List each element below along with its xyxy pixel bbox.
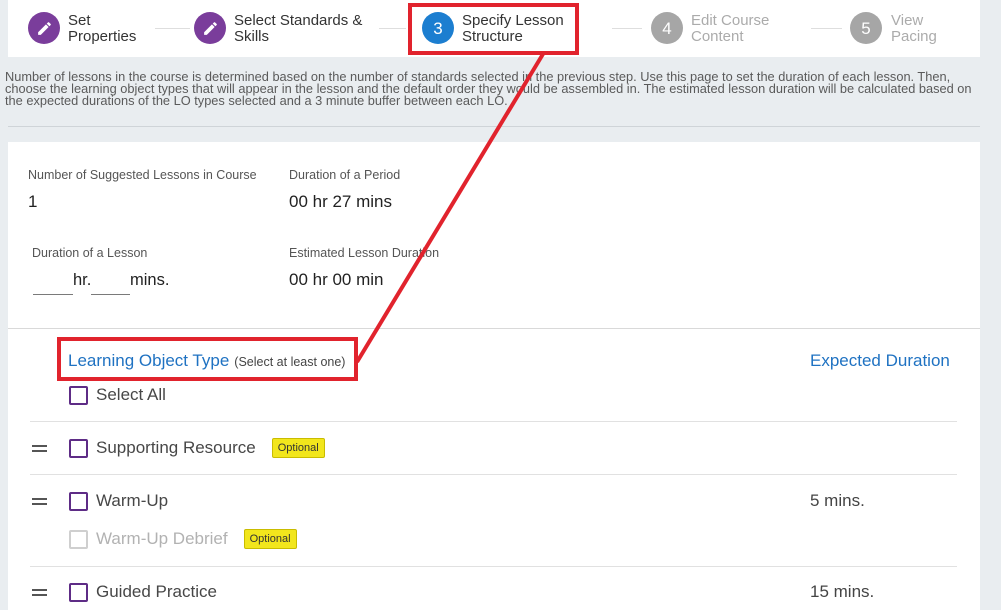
- step-label-line: Specify Lesson: [462, 12, 564, 29]
- select-all-label: Select All: [96, 385, 166, 404]
- step-label-line: Properties: [68, 28, 137, 45]
- step-number: 5: [850, 12, 882, 44]
- step-label: Edit Course Content: [691, 13, 769, 45]
- suggested-lessons-label: Number of Suggested Lessons in Course: [28, 168, 257, 182]
- lo-type-heading: Learning Object Type (Select at least one…: [68, 351, 345, 372]
- expected-duration-heading: Expected Duration: [810, 351, 950, 370]
- estimated-duration-value: 00 hr 00 min: [289, 270, 384, 289]
- lo-type-hint: (Select at least one): [234, 355, 346, 369]
- drag-handle-icon[interactable]: [32, 444, 47, 452]
- lo-type-heading-text: Learning Object Type: [68, 351, 230, 370]
- step-number: 4: [651, 12, 683, 44]
- step-label-line: Pacing: [891, 28, 937, 45]
- step-label-line: View: [891, 12, 924, 29]
- step-label-line: Skills: [234, 28, 270, 45]
- step-select-standards[interactable]: Select Standards & Skills: [194, 0, 374, 57]
- step-connector: [612, 28, 642, 29]
- drag-handle-icon[interactable]: [32, 588, 47, 596]
- step-label: Select Standards & Skills: [234, 13, 362, 45]
- lo-type-checkbox[interactable]: [69, 438, 88, 458]
- optional-badge: Optional: [271, 438, 325, 458]
- step-connector: [379, 28, 406, 29]
- row-divider: [30, 566, 957, 567]
- step-number: 3: [422, 12, 454, 44]
- wizard-stepper: Set Properties Select Standards & Skills…: [8, 0, 980, 57]
- estimated-duration-label: Estimated Lesson Duration: [289, 246, 440, 260]
- lo-type-duration: 5 mins.: [810, 491, 865, 510]
- card-divider: [8, 328, 980, 329]
- optional-badge: Optional: [243, 529, 297, 549]
- step-label: Specify Lesson Structure: [462, 13, 564, 45]
- step-edit-course-content: 4 Edit Course Content: [651, 0, 831, 57]
- lo-type-row: Guided Practice 15 mins.: [32, 580, 980, 604]
- suggested-lessons-value: 1: [28, 192, 38, 211]
- step-connector: [811, 28, 842, 29]
- step-view-pacing: 5 View Pacing: [850, 0, 970, 57]
- step-label: Set Properties: [68, 13, 136, 45]
- hours-unit-label: hr.: [73, 271, 92, 289]
- lo-type-duration: 15 mins.: [810, 582, 875, 601]
- lo-type-label: Warm-Up Debrief: [96, 529, 228, 548]
- row-divider: [30, 474, 957, 475]
- step-connector: [155, 28, 190, 29]
- lo-type-checkbox[interactable]: [69, 529, 88, 549]
- period-duration-value: 00 hr 27 mins: [289, 192, 392, 211]
- drag-handle-icon[interactable]: [32, 497, 47, 505]
- row-divider: [30, 421, 957, 422]
- lesson-minutes-input[interactable]: [91, 273, 130, 295]
- pencil-icon: [203, 21, 217, 35]
- lo-type-checkbox[interactable]: [69, 491, 88, 511]
- step-label: View Pacing: [891, 13, 937, 45]
- period-duration-label: Duration of a Period: [289, 168, 401, 182]
- lesson-structure-card: Number of Suggested Lessons in Course 1 …: [8, 142, 980, 610]
- step-specify-lesson-structure[interactable]: 3 Specify Lesson Structure: [422, 0, 602, 57]
- lo-type-row: Warm-Up 5 mins.: [32, 489, 980, 513]
- step-label-line: Select Standards &: [234, 12, 363, 29]
- step-circle: [194, 12, 226, 44]
- select-all-checkbox[interactable]: [69, 385, 88, 405]
- lo-type-label: Guided Practice: [96, 582, 217, 601]
- pencil-icon: [37, 21, 51, 35]
- lo-type-row: Supporting Resource Optional: [32, 436, 980, 460]
- step-label-line: Edit Course: [691, 12, 770, 29]
- lo-type-checkbox[interactable]: [69, 582, 88, 602]
- lesson-duration-label: Duration of a Lesson: [32, 246, 148, 260]
- lo-type-label: Supporting Resource: [96, 438, 256, 457]
- section-separator: [8, 126, 980, 127]
- lo-type-label: Warm-Up: [96, 491, 169, 510]
- instructions-text: Number of lessons in the course is deter…: [5, 69, 972, 108]
- minutes-unit-label: mins.: [130, 271, 170, 289]
- step-circle: [28, 12, 60, 44]
- step-label-line: Content: [691, 28, 744, 45]
- step-label-line: Structure: [462, 28, 523, 45]
- select-all-row: Select All: [32, 383, 980, 407]
- step-label-line: Set: [68, 12, 91, 29]
- lesson-hours-input[interactable]: [33, 273, 73, 295]
- lo-type-subrow: Warm-Up Debrief Optional: [32, 527, 980, 551]
